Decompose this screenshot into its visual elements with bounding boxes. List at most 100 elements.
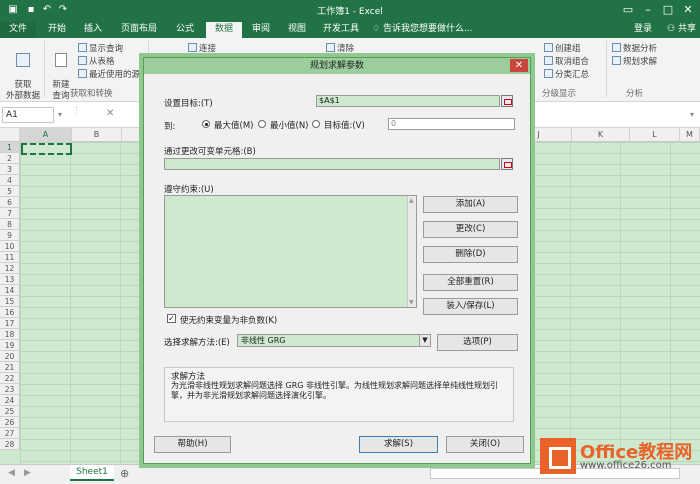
row-header[interactable]: 4: [0, 175, 20, 186]
dropdown-arrow-icon[interactable]: ▼: [419, 335, 430, 346]
value-radio[interactable]: [312, 120, 320, 128]
share-button[interactable]: ⚇ 共享: [667, 22, 696, 37]
reset-all-button[interactable]: 全部重置(R): [423, 274, 518, 291]
tell-me-box[interactable]: ♢ 告诉我您想要做什么...: [372, 22, 492, 38]
row-header[interactable]: 16: [0, 307, 20, 318]
recent-sources-button[interactable]: 最近使用的源: [78, 68, 140, 80]
minimize-icon[interactable]: –: [638, 2, 658, 18]
row-header[interactable]: 14: [0, 285, 20, 296]
scroll-up-icon[interactable]: ▲: [409, 197, 414, 204]
row-header[interactable]: 19: [0, 340, 20, 351]
row-header[interactable]: 12: [0, 263, 20, 274]
constraints-list[interactable]: ▲ ▼: [164, 195, 417, 308]
tab-review[interactable]: 审阅: [246, 22, 276, 38]
collapse-dialog-icon[interactable]: [501, 158, 513, 170]
select-all-corner[interactable]: [0, 128, 20, 142]
row-header[interactable]: 6: [0, 197, 20, 208]
options-button[interactable]: 选项(P): [437, 334, 518, 351]
solve-button[interactable]: 求解(S): [359, 436, 438, 453]
variable-cells-input[interactable]: [164, 158, 500, 170]
ungroup-button[interactable]: 取消组合: [544, 55, 589, 67]
tab-data[interactable]: 数据: [206, 22, 242, 38]
row-header[interactable]: 15: [0, 296, 20, 307]
solving-method-select[interactable]: 非线性 GRG ▼: [237, 334, 431, 347]
from-table-button[interactable]: 从表格: [78, 55, 115, 67]
column-header[interactable]: L: [630, 128, 680, 142]
row-header[interactable]: 24: [0, 395, 20, 406]
delete-constraint-button[interactable]: 删除(D): [423, 246, 518, 263]
row-header[interactable]: 11: [0, 252, 20, 263]
row-header[interactable]: 8: [0, 219, 20, 230]
column-header[interactable]: A: [20, 128, 72, 142]
row-header[interactable]: 17: [0, 318, 20, 329]
row-header[interactable]: 18: [0, 329, 20, 340]
tab-view[interactable]: 视图: [282, 22, 312, 38]
tab-developer[interactable]: 开发工具: [318, 22, 364, 38]
row-header[interactable]: 3: [0, 164, 20, 175]
add-sheet-icon[interactable]: ⊕: [120, 467, 129, 480]
create-group-button[interactable]: 创建组: [544, 42, 581, 54]
name-box-dropdown-icon[interactable]: ▾: [58, 110, 62, 119]
change-constraint-button[interactable]: 更改(C): [423, 221, 518, 238]
row-header[interactable]: 20: [0, 351, 20, 362]
row-header[interactable]: 9: [0, 230, 20, 241]
tab-formulas[interactable]: 公式: [170, 22, 200, 38]
collapse-dialog-icon[interactable]: [501, 95, 513, 107]
min-option-label[interactable]: 最小值(N): [270, 119, 309, 131]
active-cell-a1[interactable]: [21, 143, 72, 155]
row-header[interactable]: 28: [0, 439, 20, 450]
row-header[interactable]: 27: [0, 428, 20, 439]
column-header[interactable]: M: [680, 128, 700, 142]
row-header[interactable]: 2: [0, 153, 20, 164]
tab-insert[interactable]: 插入: [78, 22, 108, 38]
next-sheet-icon[interactable]: ▶: [24, 468, 31, 478]
set-objective-label: 设置目标:(T): [164, 99, 213, 109]
get-external-data-button[interactable]: 获取 外部数据: [4, 42, 42, 102]
row-header[interactable]: 25: [0, 406, 20, 417]
prev-sheet-icon[interactable]: ◀: [8, 468, 15, 478]
row-header[interactable]: 23: [0, 384, 20, 395]
row-header[interactable]: 1: [0, 142, 20, 153]
tab-home[interactable]: 开始: [42, 22, 72, 38]
row-header[interactable]: 26: [0, 417, 20, 428]
data-analysis-button[interactable]: 数据分析: [612, 42, 657, 54]
ribbon-display-icon[interactable]: ▭: [618, 2, 638, 18]
solver-button[interactable]: 规划求解: [612, 55, 657, 67]
nonnegative-checkbox[interactable]: ✓: [167, 314, 176, 323]
tab-file[interactable]: 文件: [0, 22, 36, 38]
constraints-scrollbar[interactable]: ▲ ▼: [407, 196, 416, 307]
value-option-label[interactable]: 目标值:(V): [324, 119, 365, 131]
help-button[interactable]: 帮助(H): [154, 436, 231, 453]
row-header[interactable]: 22: [0, 373, 20, 384]
load-save-button[interactable]: 装入/保存(L): [423, 298, 518, 315]
show-query-button[interactable]: 显示查询: [78, 42, 123, 54]
max-option-label[interactable]: 最大值(M): [214, 119, 253, 131]
sheet-tab[interactable]: Sheet1: [70, 465, 114, 481]
nonnegative-label[interactable]: 使无约束变量为非负数(K): [180, 314, 277, 326]
max-radio[interactable]: [202, 120, 210, 128]
row-header[interactable]: 10: [0, 241, 20, 252]
cancel-entry-icon[interactable]: ✕: [106, 108, 114, 119]
target-value-input[interactable]: 0: [388, 118, 515, 130]
min-radio[interactable]: [258, 120, 266, 128]
row-header[interactable]: 5: [0, 186, 20, 197]
row-header[interactable]: 21: [0, 362, 20, 373]
login-link[interactable]: 登录: [634, 22, 652, 37]
add-constraint-button[interactable]: 添加(A): [423, 196, 518, 213]
row-header[interactable]: 7: [0, 208, 20, 219]
name-box[interactable]: A1: [2, 107, 54, 123]
column-header[interactable]: K: [572, 128, 630, 142]
subtotal-button[interactable]: 分类汇总: [544, 68, 589, 80]
row-header[interactable]: 13: [0, 274, 20, 285]
close-icon[interactable]: ✕: [678, 2, 698, 18]
clear-filter-button[interactable]: 清除: [326, 42, 354, 54]
scroll-down-icon[interactable]: ▼: [409, 299, 414, 306]
tab-page-layout[interactable]: 页面布局: [114, 22, 164, 38]
dialog-close-icon[interactable]: ✕: [510, 59, 528, 72]
objective-cell-input[interactable]: $A$1: [316, 95, 500, 107]
close-button[interactable]: 关闭(O): [446, 436, 524, 453]
connections-button[interactable]: 连接: [188, 42, 216, 54]
expand-formula-icon[interactable]: ▾: [690, 110, 694, 119]
column-header[interactable]: B: [72, 128, 122, 142]
maximize-icon[interactable]: □: [658, 2, 678, 18]
